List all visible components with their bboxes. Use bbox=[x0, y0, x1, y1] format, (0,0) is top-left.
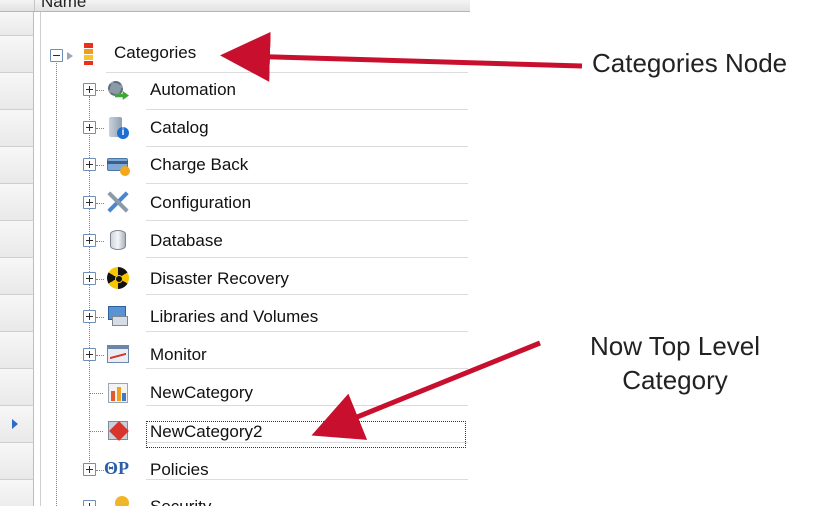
annotation-top-level-line1: Now Top Level bbox=[589, 331, 761, 361]
annotation-top-level-line2: Category bbox=[622, 365, 728, 395]
annotation-categories-node: Categories Node bbox=[592, 48, 788, 78]
arrow-to-categories bbox=[220, 31, 583, 82]
arrow-to-newcategory2 bbox=[311, 340, 541, 440]
